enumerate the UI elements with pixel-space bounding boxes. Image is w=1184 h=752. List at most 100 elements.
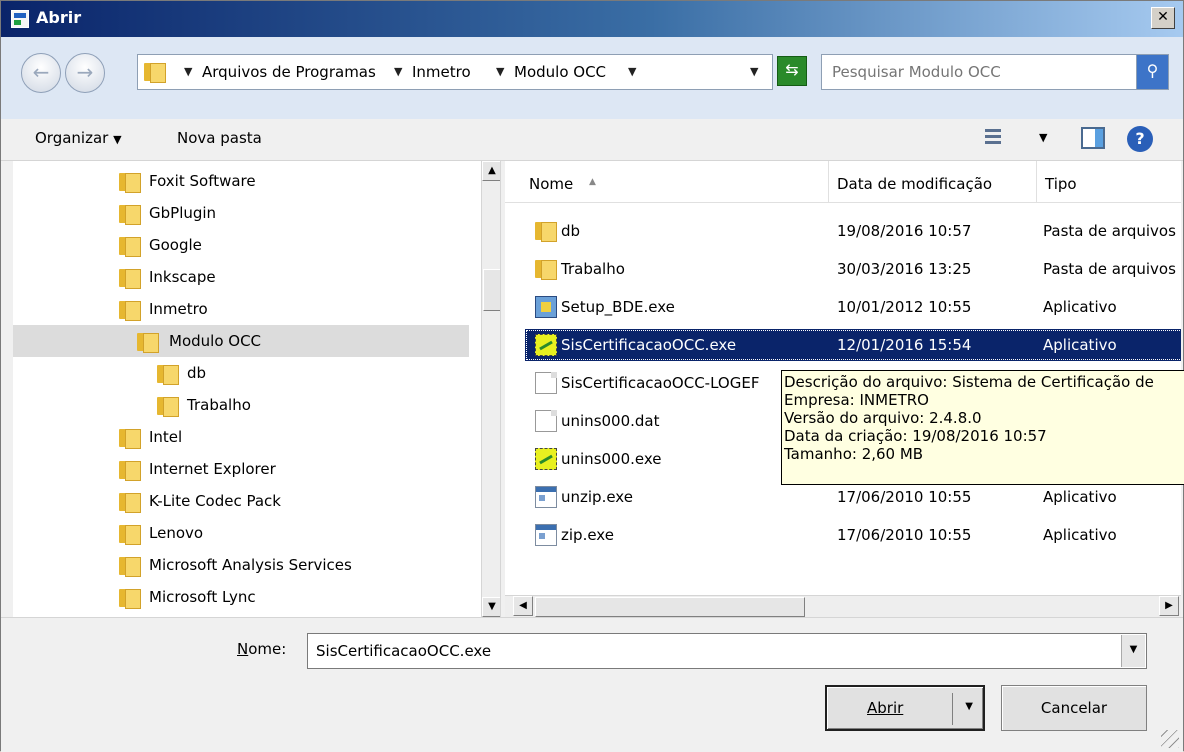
view-options-icon[interactable] [985,127,1005,147]
tree-item-foxit-software[interactable]: Foxit Software [13,165,469,197]
tree-item-label: Microsoft Lync [149,588,256,606]
folder-icon [119,491,141,513]
tree-item-modulo-occ[interactable]: Modulo OCC [13,325,469,357]
tree-item-internet-explorer[interactable]: Internet Explorer [13,453,469,485]
file-type: Pasta de arquivos [1043,222,1176,240]
chevron-down-icon[interactable]: ▼ [628,65,636,78]
exe-icon [535,524,557,546]
tree-item-google[interactable]: Google [13,229,469,261]
refresh-button[interactable]: ⇆ [777,56,807,86]
file-row-selected[interactable]: SisCertificacaoOCC.exe 12/01/2016 15:54 … [525,329,1181,361]
locked-folder-icon [119,203,141,225]
chevron-down-icon[interactable]: ▼ [496,65,504,78]
file-list-horizontal-scrollbar[interactable]: ◀ ▶ [505,595,1181,617]
tree-scroll-thumb[interactable] [483,269,500,311]
filename-combobox[interactable]: ▼ [307,633,1147,669]
folder-icon [119,299,141,321]
file-row[interactable]: zip.exe 17/06/2010 10:55 Aplicativo [525,519,1181,551]
tree-item-inkscape[interactable]: Inkscape [13,261,469,293]
address-dropdown-icon[interactable]: ▼ [750,65,758,78]
new-folder-button[interactable]: Nova pasta [177,129,262,147]
filename-label: Nome: [237,640,286,658]
column-header-label: Data de modificação [837,175,993,193]
chevron-down-icon[interactable]: ▼ [1039,131,1047,144]
navigation-tree[interactable]: Foxit Software GbPlugin Google Inkscape … [13,161,501,617]
scroll-left-icon[interactable]: ◀ [513,596,533,616]
search-box[interactable]: ⚲ [821,54,1169,90]
exe-icon [535,486,557,508]
file-row[interactable]: unzip.exe 17/06/2010 10:55 Aplicativo [525,481,1181,513]
filename-label-text: ome: [248,640,287,658]
file-date: 30/03/2016 13:25 [837,260,972,278]
horizontal-scroll-thumb[interactable] [535,597,805,617]
help-icon[interactable]: ? [1127,126,1153,152]
file-type: Aplicativo [1043,488,1117,506]
forward-button[interactable]: → [65,53,105,93]
cancel-button[interactable]: Cancelar [1001,685,1147,731]
tree-item-inmetro[interactable]: Inmetro [13,293,469,325]
breadcrumb-item[interactable]: Inmetro [412,63,471,81]
tree-item-k-lite-codec-pack[interactable]: K-Lite Codec Pack [13,485,469,517]
breadcrumb[interactable]: ▼ Arquivos de Programas ▼ Inmetro ▼ Modu… [137,54,773,90]
tooltip-company: Empresa: INMETRO [784,391,929,409]
filename-input[interactable] [314,640,1094,662]
tree-item-gbplugin[interactable]: GbPlugin [13,197,469,229]
open-file-dialog: Abrir ✕ ← → ▼ Arquivos de Programas ▼ In… [0,0,1184,752]
chevron-down-icon[interactable]: ▼ [965,701,973,712]
sort-ascending-icon: ▲ [589,177,596,187]
file-name: SisCertificacaoOCC.exe [561,336,737,354]
column-header-label: Tipo [1045,175,1077,193]
tree-item-trabalho[interactable]: Trabalho [13,389,469,421]
tree-item-db[interactable]: db [13,357,469,389]
scroll-up-icon[interactable]: ▲ [482,161,500,181]
column-header-date[interactable]: Data de modificação [829,161,1037,203]
tree-item-label: Microsoft Analysis Services [149,556,352,574]
file-list-header: Nome ▲ Data de modificação Tipo [505,161,1181,203]
address-row: ← → ▼ Arquivos de Programas ▼ Inmetro ▼ … [1,37,1183,119]
tree-item-label: GbPlugin [149,204,217,222]
search-input[interactable] [830,61,1130,83]
tree-item-label: Trabalho [187,396,251,414]
close-button[interactable]: ✕ [1151,7,1175,29]
app-icon [11,10,29,28]
tree-item-lenovo[interactable]: Lenovo [13,517,469,549]
folder-icon [119,267,141,289]
folder-icon [119,523,141,545]
tree-item-intel[interactable]: Intel [13,421,469,453]
file-name: db [561,222,581,240]
scroll-down-icon[interactable]: ▼ [482,597,500,617]
tooltip-size: Tamanho: 2,60 MB [784,445,924,463]
scroll-right-icon[interactable]: ▶ [1159,596,1179,616]
preview-pane-icon[interactable] [1081,127,1105,149]
file-date: 17/06/2010 10:55 [837,488,972,506]
tree-item-label: Lenovo [149,524,204,542]
organize-button[interactable]: Organizar ▼ [35,129,122,147]
open-button[interactable]: Abrir ▼ [825,685,985,731]
file-row[interactable]: Trabalho 30/03/2016 13:25 Pasta de arqui… [525,253,1181,285]
file-row[interactable]: db 19/08/2016 10:57 Pasta de arquivos [525,215,1181,247]
tree-item-label: Intel [149,428,183,446]
search-button[interactable]: ⚲ [1136,55,1168,89]
tree-item-label: db [187,364,207,382]
column-header-type[interactable]: Tipo [1037,161,1181,203]
tree-item-microsoft-lync[interactable]: Microsoft Lync [13,581,469,613]
occ-app-icon [535,448,557,470]
chevron-down-icon[interactable]: ▼ [1121,635,1145,667]
filename-label-accelerator: N [237,640,249,658]
title-bar: Abrir ✕ [1,1,1183,37]
file-date: 12/01/2016 15:54 [837,336,972,354]
file-row[interactable]: Setup_BDE.exe 10/01/2012 10:55 Aplicativ… [525,291,1181,323]
tree-item-label: Google [149,236,202,254]
breadcrumb-item[interactable]: Arquivos de Programas [202,63,376,81]
file-type: Aplicativo [1043,298,1117,316]
tree-vertical-scrollbar[interactable]: ▲ ▼ [481,161,500,617]
chevron-down-icon[interactable]: ▼ [394,65,402,78]
folder-icon [119,171,141,193]
column-header-name[interactable]: Nome ▲ [505,161,829,203]
chevron-down-icon[interactable]: ▼ [184,65,192,78]
setup-icon [535,296,557,318]
breadcrumb-item[interactable]: Modulo OCC [514,63,606,81]
back-button[interactable]: ← [21,53,61,93]
resize-grip-icon[interactable] [1161,730,1179,748]
tree-item-microsoft-analysis-services[interactable]: Microsoft Analysis Services [13,549,469,581]
